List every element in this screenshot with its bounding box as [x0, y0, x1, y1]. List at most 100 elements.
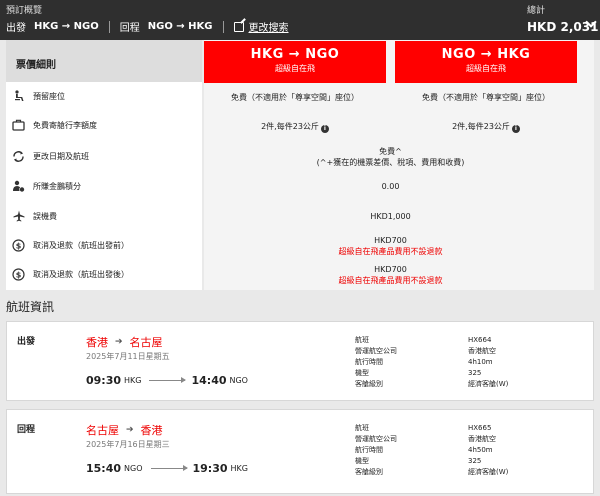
row-label: 取消及退款（航班出發後）	[33, 269, 129, 279]
departure-code: NGO	[124, 464, 143, 473]
plane-icon	[12, 210, 25, 223]
row-label: 所賺金鵬積分	[33, 181, 81, 191]
edit-icon	[233, 21, 244, 32]
arrow-line-icon	[150, 465, 188, 471]
info-icon[interactable]: i	[320, 125, 329, 133]
arrival-time: 19:30	[192, 462, 228, 475]
detail-key: 客艙級別	[355, 380, 383, 388]
detail-key: 航行時間	[355, 446, 383, 454]
change-value: 免費^	[379, 147, 402, 156]
detail-value: HX664	[468, 336, 492, 344]
fare-values-column: HKG → NGO 超級自在飛 NGO → HKG 超級自在飛 免費（不適用於「…	[204, 40, 594, 290]
divider	[222, 20, 224, 33]
no-show-fee: HKD1,000	[370, 212, 411, 221]
outbound-fare-header: HKG → NGO 超級自在飛	[204, 41, 386, 83]
booking-summary-bar: 預訂概覽 出發 HKG → NGO 回程 NGO → HKG 更改搜索 總計 H…	[0, 0, 600, 40]
arrow-line-icon	[149, 377, 187, 383]
detail-value: 325	[468, 369, 482, 377]
row-label: 更改日期及航班	[33, 151, 89, 161]
detail-value: HX665	[468, 424, 492, 432]
flight-route: 香港 ➔ 名古屋	[86, 334, 163, 350]
route-summary: 出發 HKG → NGO 回程 NGO → HKG 更改搜索	[6, 19, 289, 34]
outbound-label: 出發	[6, 23, 26, 34]
total-label: 總計	[527, 6, 546, 16]
flight-date: 2025年7月11日星期五	[86, 352, 170, 361]
from-city: 香港	[86, 336, 108, 349]
points-value: 0.00	[381, 182, 400, 191]
row-label: 取消及退款（航班出發前）	[33, 240, 129, 250]
svg-text:$: $	[16, 241, 22, 250]
svg-text:$: $	[16, 270, 22, 279]
row-change: 更改日期及航班	[12, 146, 89, 166]
refund-after-note: 超級自在飛產品費用不設退款	[338, 276, 443, 285]
fare-labels-column: 票價細則 預留座位 免費寄艙行李額度 更改日期及航班 所賺金鵬積分 誤機費 $ …	[6, 40, 202, 290]
fare-details-table: 票價細則 預留座位 免費寄艙行李額度 更改日期及航班 所賺金鵬積分 誤機費 $ …	[6, 40, 594, 290]
baggage-return: 2件,每件23公斤 i	[395, 121, 577, 133]
info-icon[interactable]: i	[511, 125, 520, 133]
detail-key: 航班	[355, 336, 369, 344]
arrival-code: HKG	[230, 464, 248, 473]
refund-before-note: 超級自在飛產品費用不設退款	[338, 247, 443, 256]
outbound-route: HKG → NGO	[34, 21, 99, 32]
arrow-right-icon: ➔	[115, 337, 123, 347]
detail-value: 經濟客艙(W)	[468, 468, 509, 476]
refund-after-value: HKD700	[374, 265, 407, 274]
baggage-icon	[12, 119, 25, 132]
divider	[108, 20, 110, 33]
row-label: 誤機費	[33, 211, 57, 221]
baggage-value: 2件,每件23公斤	[452, 122, 510, 131]
points-icon	[12, 180, 25, 193]
flight-info-title: 航班資訊	[6, 300, 55, 314]
row-seat-selection: 預留座位	[12, 86, 65, 106]
detail-value: 325	[468, 457, 482, 465]
edit-search-label: 更改搜索	[248, 23, 289, 34]
return-fare-header: NGO → HKG 超級自在飛	[395, 41, 577, 83]
row-points: 所賺金鵬積分	[12, 176, 81, 196]
detail-key: 航行時間	[355, 358, 383, 366]
edit-search-link[interactable]: 更改搜索	[233, 19, 289, 34]
flight-times: 09:30 HKG 14:40 NGO	[86, 374, 248, 387]
fare-route: HKG → NGO	[250, 47, 340, 62]
fare-details-header: 票價細則	[6, 40, 202, 82]
direction-label: 回程	[17, 425, 36, 435]
departure-time: 09:30	[86, 374, 122, 387]
outbound-flight-card: 出發 香港 ➔ 名古屋 2025年7月11日星期五 09:30 HKG 14:4…	[6, 321, 594, 401]
row-baggage: 免費寄艙行李額度	[12, 115, 97, 135]
detail-key: 機型	[355, 457, 369, 465]
arrival-time: 14:40	[191, 374, 227, 387]
detail-key: 營運航空公司	[355, 435, 397, 443]
baggage-value: 2件,每件23公斤	[261, 122, 319, 131]
detail-key: 航班	[355, 424, 369, 432]
flight-date: 2025年7月16日星期三	[86, 440, 170, 449]
fare-name: 超級自在飛	[466, 64, 506, 73]
change-note: (^+獲在的機票差價、稅項、費用和收費)	[316, 158, 465, 167]
row-refund-after: $ 取消及退款（航班出發後）	[12, 264, 129, 284]
return-label: 回程	[119, 23, 140, 34]
refund-before-value: HKD700	[374, 236, 407, 245]
from-city: 名古屋	[86, 424, 119, 437]
fare-route: NGO → HKG	[441, 47, 531, 62]
detail-value: 4h50m	[468, 446, 493, 454]
flight-times: 15:40 NGO 19:30 HKG	[86, 462, 248, 475]
direction-label: 出發	[17, 337, 36, 347]
to-city: 名古屋	[129, 336, 163, 349]
flight-route: 名古屋 ➔ 香港	[86, 422, 163, 438]
to-city: 香港	[140, 424, 163, 437]
detail-value: 4h10m	[468, 358, 493, 366]
row-label: 免費寄艙行李額度	[33, 120, 97, 130]
detail-key: 客艙級別	[355, 468, 383, 476]
seat-return: 免費（不適用於「尊享空間」座位）	[422, 93, 550, 102]
detail-key: 營運航空公司	[355, 347, 397, 355]
departure-code: HKG	[124, 376, 142, 385]
return-flight-card: 回程 名古屋 ➔ 香港 2025年7月16日星期三 15:40 NGO 19:3…	[6, 409, 594, 494]
row-refund-before: $ 取消及退款（航班出發前）	[12, 235, 129, 255]
detail-key: 機型	[355, 369, 369, 377]
departure-time: 15:40	[86, 462, 122, 475]
fare-name: 超級自在飛	[275, 64, 315, 73]
booking-overview-label: 預訂概覽	[6, 6, 43, 16]
baggage-outbound: 2件,每件23公斤 i	[204, 121, 386, 133]
detail-value: 香港航空	[468, 347, 496, 355]
seat-outbound: 免費（不適用於「尊享空間」座位）	[231, 93, 359, 102]
detail-value: 經濟客艙(W)	[468, 380, 509, 388]
seat-icon	[12, 90, 25, 103]
